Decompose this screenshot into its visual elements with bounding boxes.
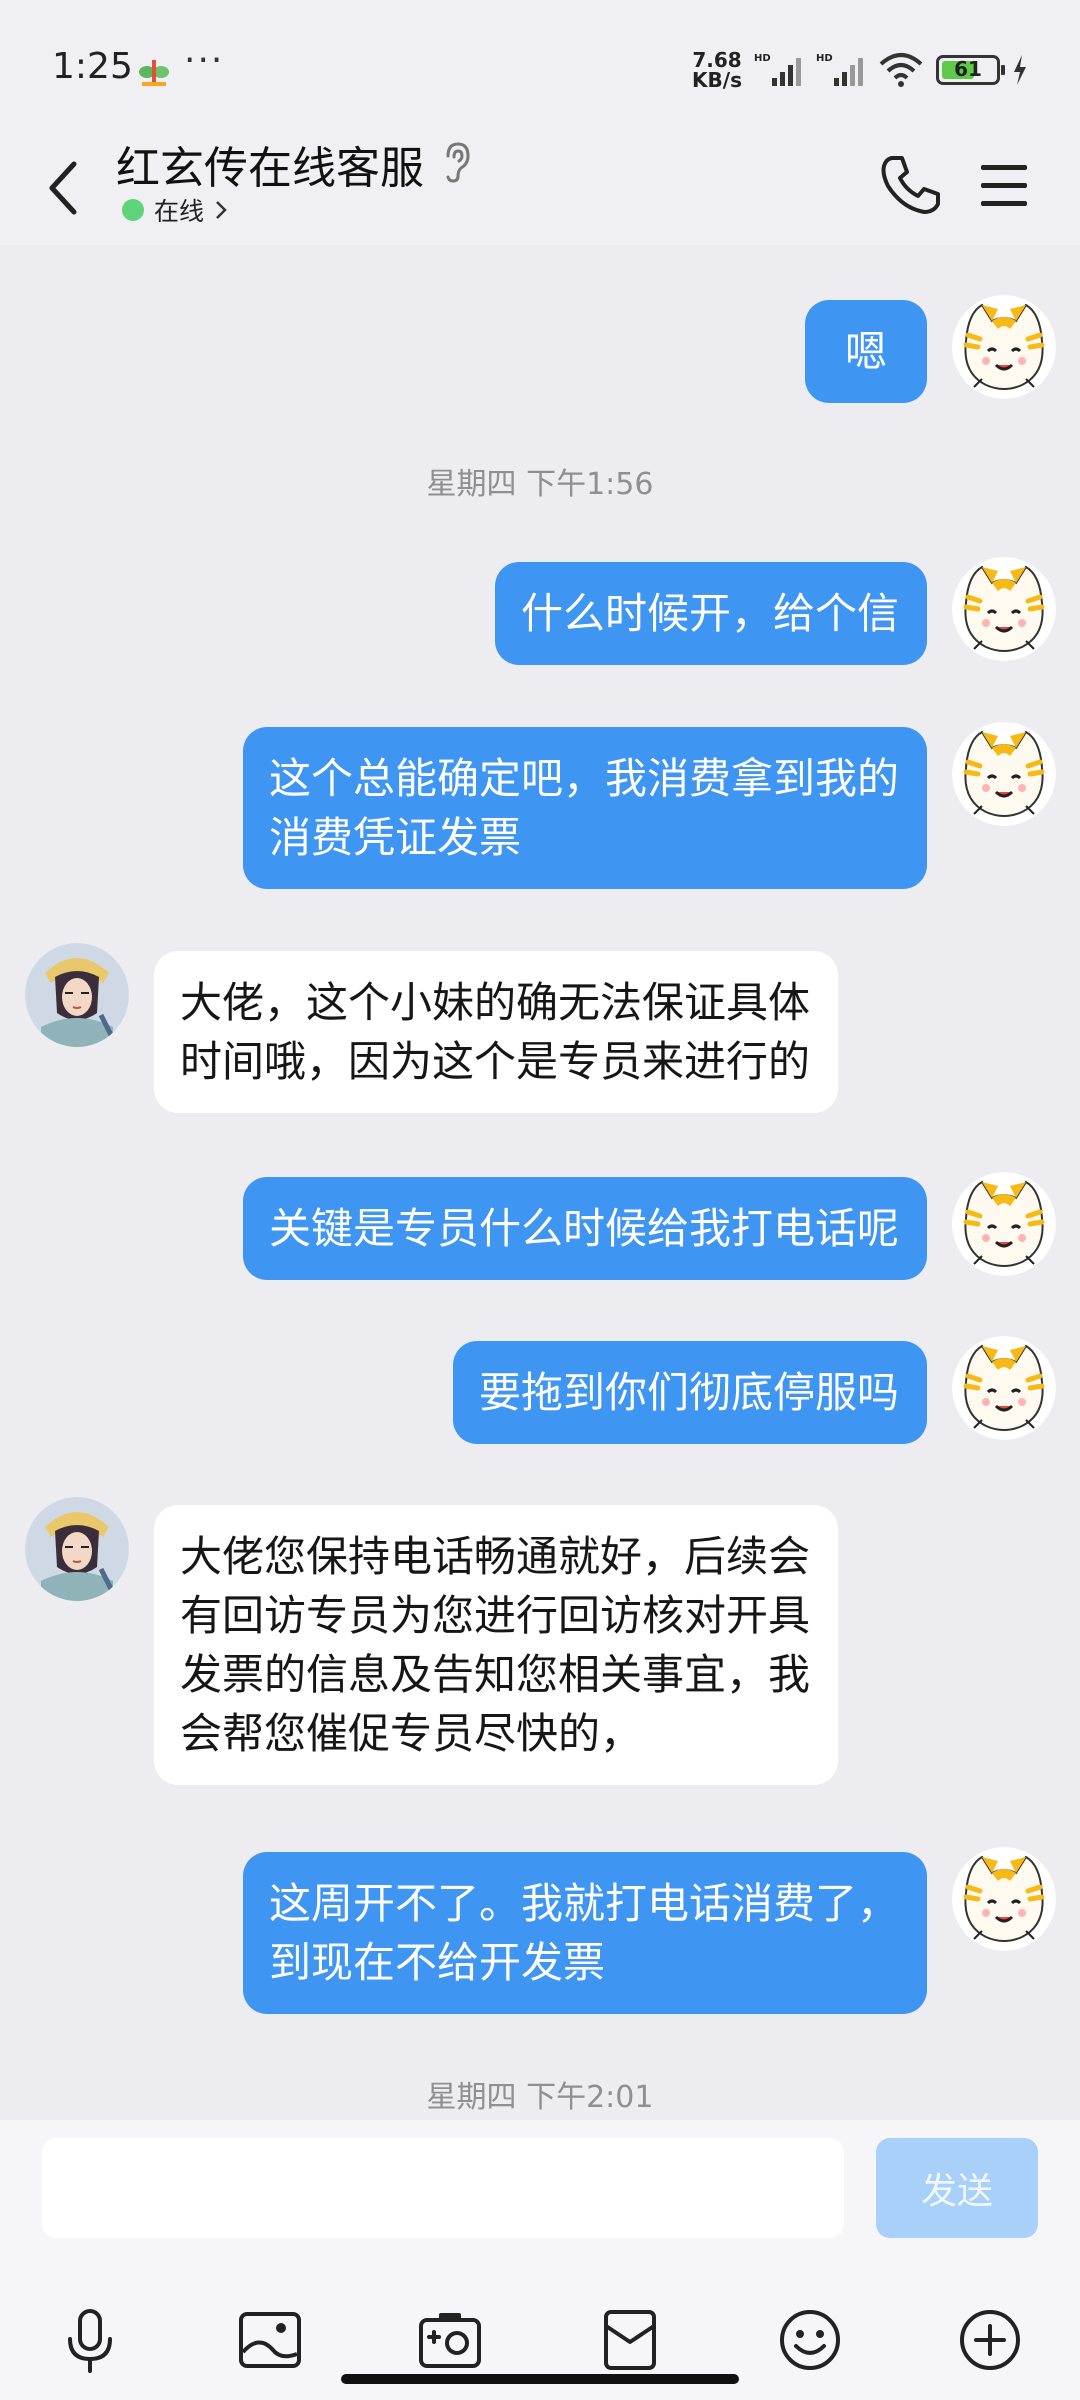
emoji-button[interactable]: [770, 2300, 850, 2380]
ear-icon[interactable]: [440, 140, 474, 184]
network-speed: 7.68 KB/s: [692, 48, 742, 92]
tiger-avatar-art: [952, 1172, 1056, 1276]
voice-button[interactable]: [50, 2300, 130, 2380]
app-notification-icon: [139, 60, 169, 86]
microphone-icon: [68, 2309, 112, 2373]
more-notifications-icon: ···: [184, 40, 225, 81]
my-avatar[interactable]: [952, 295, 1056, 399]
message-bubble-sent[interactable]: 嗯: [804, 300, 927, 403]
agent-avatar-art: [25, 943, 129, 1047]
my-avatar[interactable]: [952, 722, 1056, 826]
my-avatar[interactable]: [952, 557, 1056, 661]
image-icon: [239, 2312, 301, 2368]
chat-header: 红玄传在线客服 在线: [0, 130, 1080, 245]
chat-title[interactable]: 红玄传在线客服: [116, 132, 424, 196]
message-bubble-sent[interactable]: 要拖到你们彻底停服吗: [452, 1341, 927, 1444]
online-status[interactable]: 在线: [122, 192, 228, 228]
my-avatar[interactable]: [952, 1336, 1056, 1440]
emoji-icon: [780, 2310, 840, 2370]
my-avatar[interactable]: [952, 1172, 1056, 1276]
timestamp: 星期四 下午1:56: [426, 467, 654, 502]
chevron-right-icon: [216, 201, 227, 219]
album-button[interactable]: [230, 2300, 310, 2380]
message-bubble-sent[interactable]: 什么时候开，给个信: [494, 562, 927, 665]
more-button[interactable]: [950, 2300, 1030, 2380]
svg-text:HD: HD: [754, 53, 771, 64]
tiger-avatar-art: [952, 557, 1056, 661]
camera-icon: [419, 2313, 481, 2368]
home-indicator[interactable]: [341, 2374, 739, 2384]
camera-button[interactable]: [410, 2300, 490, 2380]
back-button[interactable]: [30, 148, 94, 228]
message-bubble-sent[interactable]: 关键是专员什么时候给我打电话呢: [242, 1177, 927, 1280]
agent-avatar-art: [25, 1497, 129, 1601]
my-avatar[interactable]: [952, 1847, 1056, 1951]
send-button[interactable]: 发送: [876, 2138, 1038, 2238]
tiger-avatar-art: [952, 722, 1056, 826]
tiger-avatar-art: [952, 295, 1056, 399]
phone-call-button[interactable]: [876, 150, 946, 220]
message-input[interactable]: [42, 2138, 844, 2238]
message-bubble-sent[interactable]: 这个总能确定吧，我消费拿到我的 消费凭证发票: [242, 727, 927, 889]
wifi-icon: [879, 53, 923, 87]
composer-bar: 发送: [0, 2120, 1080, 2400]
red-packet-icon: [604, 2310, 656, 2370]
status-indicators: 7.68 KB/s HD HD 61: [692, 48, 1028, 92]
status-bar: 1:25 ··· 7.68 KB/s HD HD 61: [0, 0, 1080, 130]
timestamp: 星期四 下午2:01: [426, 2080, 654, 2115]
signal-icon: HD: [754, 53, 801, 86]
agent-avatar[interactable]: [25, 1497, 129, 1601]
battery-icon: 61: [936, 55, 1005, 85]
tiger-avatar-art: [952, 1847, 1056, 1951]
menu-button[interactable]: [975, 150, 1035, 220]
status-time: 1:25: [52, 46, 133, 87]
red-packet-button[interactable]: [590, 2300, 670, 2380]
message-bubble-sent[interactable]: 这周开不了。我就打电话消费了， 到现在不给开发票: [242, 1852, 927, 2014]
tiger-avatar-art: [952, 1336, 1056, 1440]
toolbar: [0, 2300, 1080, 2400]
svg-text:HD: HD: [816, 53, 833, 64]
agent-avatar[interactable]: [25, 943, 129, 1047]
chat-message-list[interactable]: 嗯 星期四 下午1:56 什么时候开，给个信 这个总能确定吧，我消费拿到我的 消…: [0, 245, 1080, 2120]
chevron-left-icon: [49, 161, 77, 215]
plus-icon: [960, 2310, 1020, 2370]
message-bubble-received[interactable]: 大佬，这个小妹的确无法保证具体 时间哦，因为这个是专员来进行的: [154, 951, 839, 1113]
online-dot: [122, 199, 144, 221]
charging-icon: [1014, 55, 1026, 85]
online-status-label: 在线: [154, 197, 205, 226]
signal-icon-2: HD: [816, 53, 863, 86]
message-bubble-received[interactable]: 大佬您保持电话畅通就好，后续会 有回访专员为您进行回访核对开具 发票的信息及告知…: [154, 1505, 839, 1785]
